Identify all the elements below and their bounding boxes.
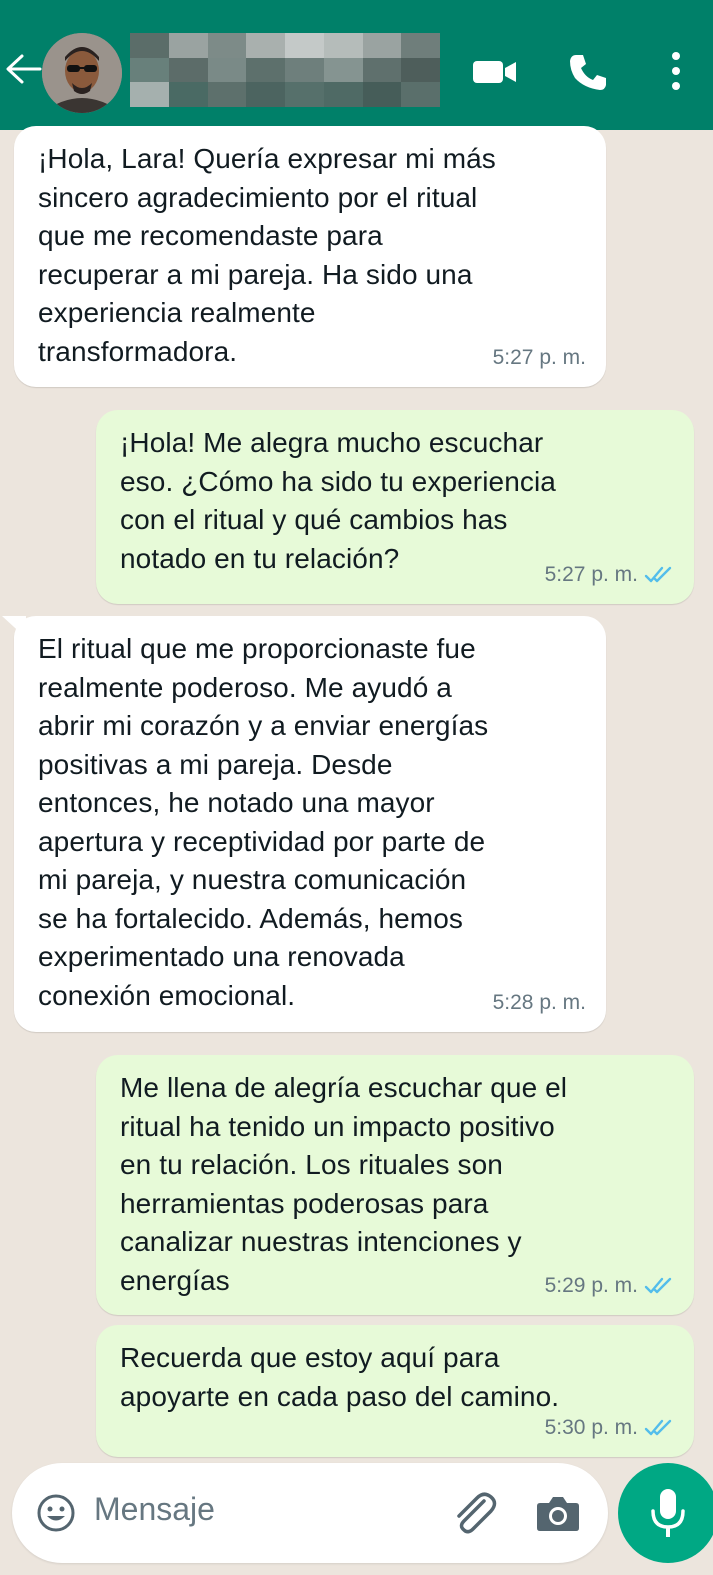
message-text: El ritual que me proporcionaste fue real… bbox=[38, 633, 489, 1011]
message-text: Me llena de alegría escuchar que el ritu… bbox=[120, 1072, 568, 1296]
bubble-tail bbox=[2, 616, 26, 638]
message-outgoing[interactable]: ¡Hola! Me alegra mucho escuchar eso. ¿Có… bbox=[96, 410, 694, 604]
video-call-icon[interactable] bbox=[472, 56, 518, 88]
message-input[interactable]: Mensaje bbox=[94, 1491, 215, 1528]
message-time: 5:28 p. m. bbox=[492, 990, 586, 1014]
read-ticks-icon bbox=[644, 1419, 672, 1435]
message-text: Recuerda que estoy aquí para apoyarte en… bbox=[120, 1342, 560, 1412]
message-input-bar[interactable]: Mensaje bbox=[12, 1463, 608, 1563]
message-time: 5:30 p. m. bbox=[545, 1409, 674, 1448]
contact-name-redacted[interactable] bbox=[130, 33, 440, 107]
emoji-icon[interactable] bbox=[36, 1493, 76, 1533]
back-arrow-icon[interactable] bbox=[4, 52, 42, 86]
message-outgoing[interactable]: Recuerda que estoy aquí para apoyarte en… bbox=[96, 1325, 694, 1457]
mic-button[interactable] bbox=[618, 1463, 713, 1563]
more-options-icon[interactable] bbox=[664, 50, 688, 92]
read-ticks-icon bbox=[644, 566, 672, 582]
message-incoming[interactable]: ¡Hola, Lara! Quería expresar mi más sinc… bbox=[14, 126, 606, 387]
attach-icon[interactable] bbox=[448, 1487, 500, 1539]
message-outgoing[interactable]: Me llena de alegría escuchar que el ritu… bbox=[96, 1055, 694, 1315]
message-time: 5:27 p. m. bbox=[492, 345, 586, 369]
message-time: 5:29 p. m. bbox=[545, 1267, 674, 1306]
message-text: ¡Hola, Lara! Quería expresar mi más sinc… bbox=[38, 143, 496, 367]
mic-icon bbox=[651, 1489, 685, 1537]
phone-call-icon[interactable] bbox=[568, 52, 608, 92]
message-incoming[interactable]: El ritual que me proporcionaste fue real… bbox=[2, 616, 606, 1032]
message-time: 5:27 p. m. bbox=[545, 556, 674, 595]
avatar[interactable] bbox=[42, 33, 122, 113]
chat-header bbox=[0, 0, 713, 130]
read-ticks-icon bbox=[644, 1277, 672, 1293]
camera-icon[interactable] bbox=[536, 1493, 580, 1533]
chat-area[interactable]: ¡Hola, Lara! Quería expresar mi más sinc… bbox=[0, 126, 713, 1460]
